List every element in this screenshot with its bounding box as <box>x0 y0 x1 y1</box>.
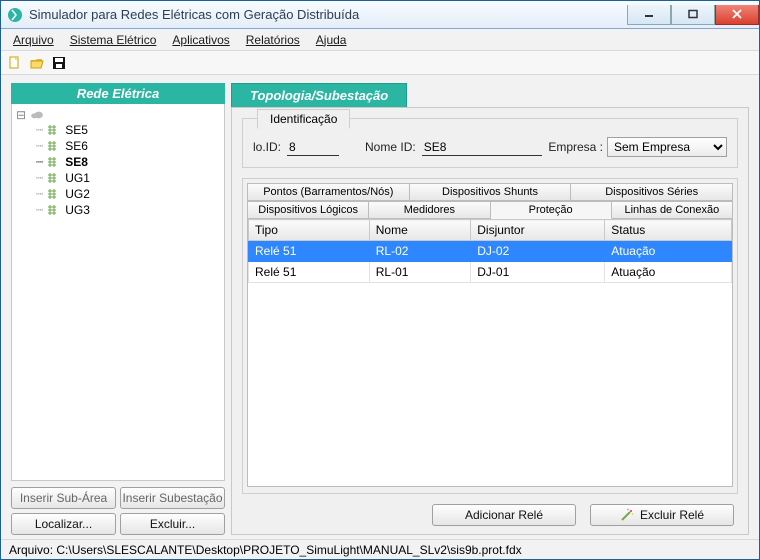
empresa-label: Empresa : <box>548 140 603 154</box>
nomeid-input[interactable] <box>422 139 542 156</box>
tab-protecao[interactable]: Proteção <box>491 201 612 219</box>
substation-icon <box>47 124 61 136</box>
delete-relay-button[interactable]: Excluir Relé <box>590 504 734 526</box>
subtabs-group: Pontos (Barramentos/Nós) Dispositivos Sh… <box>242 178 738 494</box>
right-content: Identificação lo.ID: Nome ID: Empresa : … <box>231 107 749 535</box>
tree-node-label: SE5 <box>65 123 88 137</box>
tree-node-ug2[interactable]: ┈UG2 <box>36 186 220 202</box>
tree-node-label: UG2 <box>65 187 90 201</box>
left-panel: Rede Elétrica ⊟ ┈SE5┈SE6┈SE8┈UG1┈UG2┈UG3… <box>11 83 225 535</box>
statusbar: Arquivo: C:\Users\SLESCALANTE\Desktop\PR… <box>1 539 759 559</box>
empresa-select[interactable]: Sem Empresa <box>607 137 727 157</box>
cell-disjuntor: DJ-02 <box>471 241 605 262</box>
tab-series[interactable]: Dispositivos Séries <box>571 183 733 201</box>
cell-tipo: Relé 51 <box>249 241 370 262</box>
wand-icon <box>620 508 634 522</box>
window-buttons <box>627 5 759 25</box>
identification-group: Identificação lo.ID: Nome ID: Empresa : … <box>242 118 738 168</box>
delete-button[interactable]: Excluir... <box>120 513 225 535</box>
cell-nome: RL-01 <box>369 262 470 283</box>
table-row[interactable]: Relé 51RL-01DJ-01Atuação <box>249 262 732 283</box>
save-icon[interactable] <box>51 55 67 71</box>
body: Rede Elétrica ⊟ ┈SE5┈SE6┈SE8┈UG1┈UG2┈UG3… <box>1 75 759 539</box>
open-file-icon[interactable] <box>29 55 45 71</box>
nomeid-label: Nome ID: <box>365 140 416 154</box>
left-panel-title: Rede Elétrica <box>11 83 225 104</box>
tree-node-label: SE6 <box>65 139 88 153</box>
tree-root[interactable]: ⊟ <box>16 108 220 122</box>
tree-node-ug3[interactable]: ┈UG3 <box>36 202 220 218</box>
tree-view[interactable]: ⊟ ┈SE5┈SE6┈SE8┈UG1┈UG2┈UG3 <box>11 104 225 481</box>
cloud-icon <box>30 110 44 120</box>
table-row[interactable]: Relé 51RL-02DJ-02Atuação <box>249 241 732 262</box>
col-nome[interactable]: Nome <box>369 220 470 241</box>
status-path: Arquivo: C:\Users\SLESCALANTE\Desktop\PR… <box>9 543 522 557</box>
tree-node-se6[interactable]: ┈SE6 <box>36 138 220 154</box>
left-buttons: Inserir Sub-Área Inserir Subestação Loca… <box>11 481 225 535</box>
substation-icon <box>47 156 61 168</box>
app-icon <box>7 7 23 23</box>
tree-node-label: SE8 <box>65 155 88 169</box>
right-panel: Topologia/Subestação Identificação lo.ID… <box>231 83 749 535</box>
cell-status: Atuação <box>605 241 732 262</box>
insert-subarea-button[interactable]: Inserir Sub-Área <box>11 487 116 509</box>
titlebar: Simulador para Redes Elétricas com Geraç… <box>1 1 759 29</box>
substation-icon <box>47 204 61 216</box>
menu-sistema-eletrico[interactable]: Sistema Elétrico <box>64 31 163 49</box>
cell-status: Atuação <box>605 262 732 283</box>
cell-disjuntor: DJ-01 <box>471 262 605 283</box>
app-window: Simulador para Redes Elétricas com Geraç… <box>0 0 760 560</box>
locate-button[interactable]: Localizar... <box>11 513 116 535</box>
add-relay-button[interactable]: Adicionar Relé <box>432 504 576 526</box>
minimize-button[interactable] <box>627 5 671 25</box>
identification-tab[interactable]: Identificação <box>257 109 350 129</box>
cell-tipo: Relé 51 <box>249 262 370 283</box>
right-buttons: Adicionar Relé Excluir Relé <box>242 494 738 526</box>
menu-aplicativos[interactable]: Aplicativos <box>166 31 235 49</box>
col-status[interactable]: Status <box>605 220 732 241</box>
tree-node-ug1[interactable]: ┈UG1 <box>36 170 220 186</box>
main-tabstrip: Topologia/Subestação <box>231 83 749 107</box>
substation-icon <box>47 188 61 200</box>
tab-logicos[interactable]: Dispositivos Lógicos <box>247 201 369 219</box>
tree-node-label: UG3 <box>65 203 90 217</box>
maximize-button[interactable] <box>671 5 715 25</box>
tab-pontos[interactable]: Pontos (Barramentos/Nós) <box>247 183 410 201</box>
menubar: Arquivo Sistema Elétrico Aplicativos Rel… <box>1 29 759 51</box>
substation-icon <box>47 140 61 152</box>
menu-relatorios[interactable]: Relatórios <box>240 31 306 49</box>
tree-node-label: UG1 <box>65 171 90 185</box>
noid-input[interactable] <box>287 139 339 156</box>
cell-nome: RL-02 <box>369 241 470 262</box>
insert-substation-button[interactable]: Inserir Subestação <box>120 487 225 509</box>
noid-label: lo.ID: <box>253 140 281 154</box>
tab-medidores[interactable]: Medidores <box>369 201 490 219</box>
tab-linhas[interactable]: Linhas de Conexão <box>612 201 733 219</box>
menu-arquivo[interactable]: Arquivo <box>7 31 60 49</box>
tree-node-se5[interactable]: ┈SE5 <box>36 122 220 138</box>
new-file-icon[interactable] <box>7 55 23 71</box>
col-disjuntor[interactable]: Disjuntor <box>471 220 605 241</box>
tab-shunts[interactable]: Dispositivos Shunts <box>410 183 572 201</box>
window-title: Simulador para Redes Elétricas com Geraç… <box>29 7 359 22</box>
substation-icon <box>47 172 61 184</box>
tab-topologia[interactable]: Topologia/Subestação <box>231 83 407 107</box>
toolbar <box>1 51 759 75</box>
protection-grid[interactable]: Tipo Nome Disjuntor Status Relé 51RL-02D… <box>247 219 733 487</box>
close-button[interactable] <box>715 5 759 25</box>
col-tipo[interactable]: Tipo <box>249 220 370 241</box>
menu-ajuda[interactable]: Ajuda <box>310 31 353 49</box>
tree-node-se8[interactable]: ┈SE8 <box>36 154 220 170</box>
